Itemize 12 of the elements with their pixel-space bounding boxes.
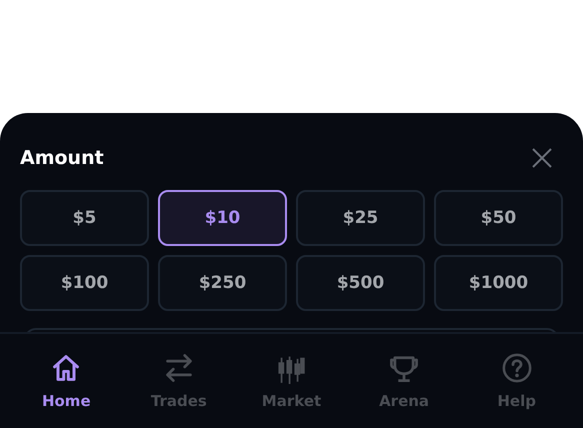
amount-option[interactable]: $100	[20, 255, 149, 311]
close-icon[interactable]	[531, 147, 553, 169]
help-icon	[500, 352, 533, 384]
amount-option[interactable]: $250	[158, 255, 287, 311]
nav-tab[interactable]: Home	[18, 352, 114, 410]
amount-option[interactable]: $10	[158, 190, 287, 246]
amount-option[interactable]: $25	[296, 190, 425, 246]
sheet-title: Amount	[20, 147, 104, 169]
amount-option[interactable]: $50	[434, 190, 563, 246]
amount-option[interactable]: $5	[20, 190, 149, 246]
amount-option[interactable]: $500	[296, 255, 425, 311]
amount-option[interactable]: $1000	[434, 255, 563, 311]
